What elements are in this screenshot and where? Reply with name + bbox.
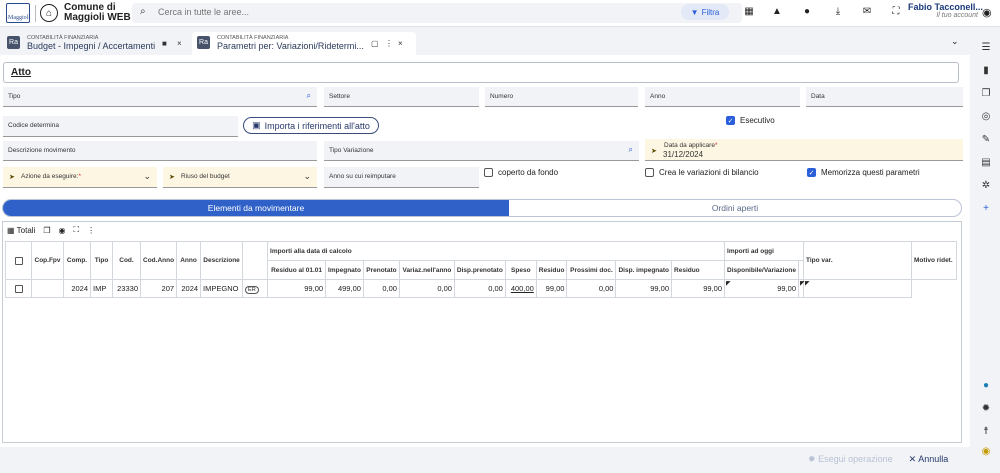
- global-search[interactable]: ⌕: [132, 3, 742, 23]
- settore-field[interactable]: Settore: [324, 87, 479, 107]
- select-all-header: [5, 241, 32, 280]
- chevron-right-icon: ➤: [169, 174, 175, 181]
- chevron-down-icon[interactable]: ⌄: [143, 171, 151, 182]
- eye-icon[interactable]: ◉: [59, 226, 66, 235]
- tab-budget-impegni[interactable]: Ra CONTABILITÀ FINANZIARIA Budget - Impe…: [2, 32, 190, 55]
- tab-elementi-movimentare[interactable]: Elementi da movimentare: [3, 200, 509, 216]
- grid-apps-icon[interactable]: ▦: [742, 6, 756, 17]
- right-toolbar: ☰ ▮ ❐ ◎ ✎ ▤ ✲ + ● ✹ ☨ ◉: [971, 28, 1000, 473]
- search-icon: ⌕: [140, 6, 146, 17]
- coins-icon[interactable]: ◎: [979, 111, 993, 122]
- table-row[interactable]: 2024 IMP 23330 207 2024 IMPEGNO ER 99,00…: [5, 279, 957, 298]
- table-icon: ▦: [7, 225, 15, 235]
- top-bar: Maggiolì ⌂ Comune diMaggioli WEB ⌕ ▼Filt…: [0, 0, 1000, 27]
- close-icon[interactable]: ×: [177, 39, 182, 48]
- tab-bar: Ra CONTABILITÀ FINANZIARIA Budget - Impe…: [0, 28, 970, 55]
- filter-icon: ▼: [690, 7, 699, 17]
- close-icon[interactable]: ×: [398, 39, 403, 48]
- speso-link[interactable]: 400,00: [511, 284, 534, 293]
- codice-determina-field[interactable]: Codice determina: [3, 116, 238, 137]
- accessibility-icon[interactable]: ☨: [979, 426, 993, 437]
- edit-corner-icon: ◤: [726, 281, 731, 287]
- search-icon[interactable]: ⌕: [307, 91, 311, 101]
- atto-section: Atto: [3, 62, 959, 83]
- copy-icon[interactable]: ❐: [43, 226, 50, 235]
- numero-field[interactable]: Numero: [485, 87, 638, 107]
- avatar-icon[interactable]: ◉: [982, 6, 992, 19]
- tipo-field[interactable]: Tipo ⌕: [3, 87, 317, 107]
- importa-riferimenti-button[interactable]: ▣ Importa i riferimenti all'atto: [243, 117, 379, 134]
- list-icon[interactable]: ☰: [979, 42, 993, 53]
- annulla-button[interactable]: ✕ Annulla: [909, 454, 949, 465]
- data-table: Cop.Fpv Comp. Tipo Cod. Cod.Anno Anno De…: [5, 241, 958, 298]
- grid-toolbar: ▦ Totali ❐ ◉ ⛶ ⋮: [7, 225, 95, 235]
- fullscreen-icon[interactable]: ⛶: [889, 6, 903, 17]
- support-icon[interactable]: ◉: [979, 446, 993, 457]
- settings-gear-icon[interactable]: ✹: [979, 403, 993, 414]
- network-icon[interactable]: ✲: [979, 180, 993, 191]
- data-applicare-field[interactable]: ➤ Data da applicare* 31/12/2024: [645, 139, 963, 161]
- tab-parametri[interactable]: Ra CONTABILITÀ FINANZIARIA Parametri per…: [192, 32, 416, 55]
- gear-icon: ✹: [808, 454, 816, 464]
- mail-icon[interactable]: ✉: [860, 6, 874, 17]
- logo-divider: [35, 5, 36, 22]
- azione-select[interactable]: ➤ Azione da eseguire:* ⌄: [3, 167, 157, 188]
- filter-button[interactable]: ▼ Filtra: [681, 4, 729, 20]
- motivo-ridet-cell[interactable]: ◤: [803, 279, 913, 298]
- town-hall-icon[interactable]: ⌂: [40, 4, 58, 22]
- row-checkbox[interactable]: [14, 285, 23, 293]
- edit-corner-icon: ◤: [805, 281, 810, 287]
- chevron-right-icon: ➤: [9, 174, 15, 181]
- pin-icon[interactable]: ■: [162, 39, 167, 48]
- search-input[interactable]: [158, 7, 558, 17]
- module-badge-icon: Ra: [7, 36, 20, 49]
- memorizza-parametri-checkbox[interactable]: ✓ Memorizza questi parametri: [807, 168, 920, 177]
- totals-button[interactable]: ▦ Totali: [7, 226, 35, 235]
- select-all-checkbox[interactable]: [14, 256, 23, 265]
- app-name: Comune di Maggioli WEB: [64, 2, 131, 23]
- download-icon[interactable]: ⤓: [831, 6, 845, 17]
- data-field[interactable]: Data: [806, 87, 963, 107]
- maggioli-logo: Maggiolì: [6, 3, 30, 23]
- crea-variazioni-checkbox[interactable]: Crea le variazioni di bilancio: [645, 168, 759, 177]
- location-pin-icon[interactable]: ●: [979, 380, 993, 391]
- tab-ordini-aperti[interactable]: Ordini aperti: [509, 200, 961, 216]
- tipo-variazione-field[interactable]: Tipo Variazione ⌕: [324, 141, 639, 161]
- warning-icon[interactable]: ▲: [770, 6, 784, 17]
- search-icon[interactable]: ⌕: [629, 145, 633, 155]
- chevron-down-icon[interactable]: ⌄: [303, 171, 311, 182]
- more-vert-icon[interactable]: ⋮: [385, 39, 393, 48]
- close-icon: ✕: [908, 454, 917, 464]
- more-vert-icon[interactable]: ⋮: [87, 226, 95, 235]
- tools-icon[interactable]: ✎: [979, 134, 993, 145]
- bell-icon[interactable]: ●: [800, 6, 814, 17]
- module-badge-icon: Ra: [197, 36, 210, 49]
- user-account[interactable]: Fabio Tacconell... Il tuo account: [908, 2, 983, 19]
- esegui-operazione-button[interactable]: ✹ Esegui operazione: [808, 454, 893, 465]
- coperto-fondo-checkbox[interactable]: coperto da fondo: [484, 168, 558, 177]
- elements-grid: ▦ Totali ❐ ◉ ⛶ ⋮ Cop.Fpv Comp. Tipo Cod.…: [2, 221, 962, 443]
- chevron-right-icon: ➤: [651, 148, 657, 155]
- import-document-icon: ▣: [252, 120, 261, 130]
- descrizione-movimento-field[interactable]: Descrizione movimento: [3, 141, 317, 161]
- copy-icon[interactable]: ❐: [979, 88, 993, 99]
- anno-reimputare-field[interactable]: Anno su cui reimputare: [324, 167, 479, 188]
- footer-actions: ✹ Esegui operazione ✕ Annulla: [808, 454, 948, 465]
- esecutivo-checkbox[interactable]: ✓ Esecutivo: [726, 116, 775, 125]
- anno-field[interactable]: Anno: [645, 87, 800, 107]
- chevron-down-icon[interactable]: ⌄: [951, 36, 959, 47]
- document-edit-icon[interactable]: ▤: [979, 157, 993, 168]
- detail-badge[interactable]: ER: [245, 286, 259, 294]
- add-icon[interactable]: +: [979, 203, 993, 214]
- bookmark-icon[interactable]: ▢: [371, 39, 379, 48]
- riuso-budget-select[interactable]: ➤ Riuso del budget ⌄: [163, 167, 317, 188]
- book-icon[interactable]: ▮: [979, 65, 993, 76]
- segment-switch: Elementi da movimentare Ordini aperti: [2, 199, 962, 217]
- fullscreen-icon[interactable]: ⛶: [73, 225, 79, 235]
